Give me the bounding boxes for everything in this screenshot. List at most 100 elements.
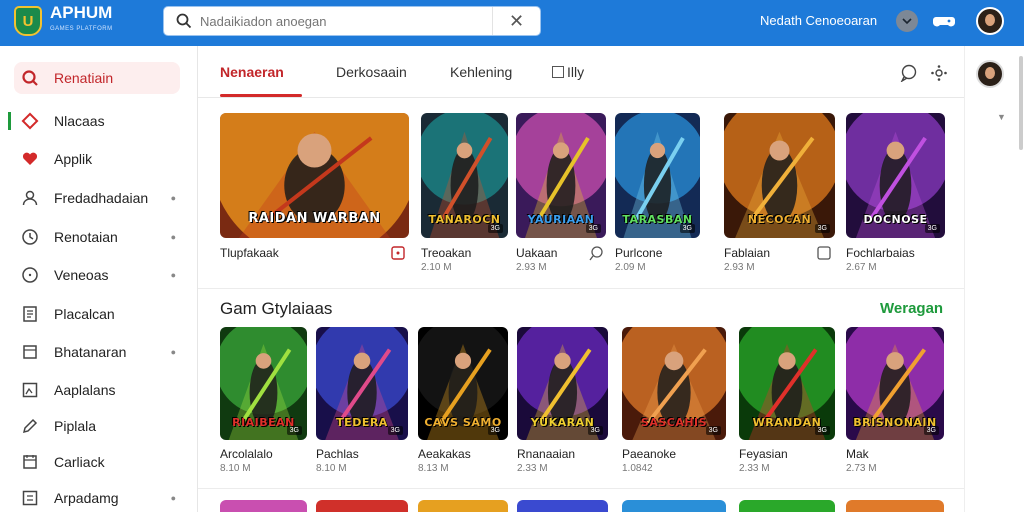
app-tagline: GAMES PLATFORM (50, 26, 113, 32)
sidebar-item[interactable]: Renotaian ● (14, 221, 180, 253)
game-thumbnail[interactable]: SASCAHIS 3G (622, 327, 726, 440)
game-thumbnail[interactable] (622, 500, 726, 512)
chevron-icon[interactable]: ● (171, 270, 176, 280)
game-thumbnail[interactable] (846, 500, 944, 512)
sidebar-item[interactable]: Aaplalans (14, 374, 180, 406)
gamepad-icon[interactable] (933, 10, 955, 32)
game-thumbnail[interactable]: DOCNOSE 3G (846, 113, 945, 238)
chevron-icon[interactable]: ● (171, 493, 176, 503)
sidebar-item-label: Applik (54, 151, 93, 167)
close-icon[interactable]: ✕ (492, 7, 540, 35)
share-icon[interactable] (588, 245, 604, 261)
game-thumbnail[interactable]: TANAROCN 3G (421, 113, 508, 238)
sidebar-item[interactable]: Bhatanaran ● (14, 336, 180, 368)
tab-library[interactable]: Illy (552, 64, 584, 80)
game-title[interactable]: Arcolalalo (220, 447, 273, 461)
sidebar-item[interactable]: Placalcan (14, 298, 180, 330)
section-title: Gam Gtylaiaas (220, 299, 333, 318)
game-title[interactable]: Aeakakas (418, 447, 471, 461)
sidebar-item-label: Fredadhadaian (54, 190, 149, 206)
game-card[interactable]: BRISNONAIN 3G Mak 2.73 M (846, 327, 944, 477)
save-icon[interactable] (816, 245, 832, 261)
game-title[interactable]: Feyasian (739, 447, 788, 461)
game-title[interactable]: Uakaan (516, 246, 557, 260)
game-tag: 3G (814, 224, 830, 233)
search-input[interactable] (200, 13, 480, 29)
game-thumbnail[interactable] (220, 500, 307, 512)
sidebar-item-label: Piplala (54, 418, 97, 434)
game-title[interactable]: Fablaian (724, 246, 770, 260)
user-name[interactable]: Nedath Cenoeoaran (760, 13, 877, 28)
game-thumbnail[interactable]: YAURIAAN 3G (516, 113, 606, 238)
game-card[interactable]: TANAROCN 3G Treoakan 2.10 M (421, 113, 508, 276)
list-icon (20, 488, 40, 508)
game-tag: 3G (705, 426, 721, 435)
avatar[interactable] (976, 7, 1004, 35)
profile-avatar[interactable] (976, 60, 1004, 88)
sidebar-item[interactable]: Piplala (14, 410, 180, 442)
sidebar-item[interactable]: Applik (14, 143, 180, 175)
chat-bubble-icon[interactable] (900, 64, 918, 82)
game-title[interactable]: Treoakan (421, 246, 471, 260)
game-card[interactable]: RAIDAN WARBAN Tlupfakaak (220, 113, 409, 276)
game-title[interactable]: Purlcone (615, 246, 662, 260)
tab-ranking[interactable]: Kehlening (450, 64, 512, 80)
game-title[interactable]: Fochlarbaias (846, 246, 915, 260)
tab-bar: Nenaeran Derkosaain Kehlening Illy (198, 46, 964, 98)
game-title[interactable]: Paeanoke (622, 447, 676, 461)
game-card[interactable]: WRANDAN 3G Feyasian 2.33 M (739, 327, 835, 477)
game-title[interactable]: Pachlas (316, 447, 359, 461)
game-card[interactable]: YAURIAAN 3G Uakaan 2.93 M (516, 113, 606, 276)
game-card[interactable]: NECOCAN 3G Fablaian 2.93 M (724, 113, 835, 276)
game-thumbnail[interactable]: TARASBAN 3G (615, 113, 700, 238)
sidebar-item[interactable]: Fredadhadaian ● (14, 182, 180, 214)
game-thumbnail[interactable]: TEDERA 3G (316, 327, 408, 440)
game-thumbnail[interactable] (739, 500, 835, 512)
sidebar-item-label: Bhatanaran (54, 344, 127, 360)
game-title[interactable]: Tlupfakaak (220, 246, 279, 260)
section-see-all-link[interactable]: Weragan (880, 300, 943, 317)
game-thumbnail[interactable] (517, 500, 608, 512)
game-card[interactable]: TARASBAN 3G Purlcone 2.09 M (615, 113, 700, 276)
chevron-icon[interactable]: ● (171, 193, 176, 203)
game-thumbnail[interactable]: WRANDAN 3G (739, 327, 835, 440)
chevron-icon[interactable]: ● (171, 347, 176, 357)
sidebar-item[interactable]: Nlacaas (14, 105, 180, 137)
sidebar: Renatiain Nlacaas Applik Fredadhadaian ● Reno… (0, 46, 198, 512)
tab-home[interactable]: Nenaeran (220, 64, 284, 80)
game-size: 2.10 M (421, 262, 452, 273)
game-card[interactable]: RIAIBEAN 3G Arcolalalo 8.10 M (220, 327, 307, 477)
tab-browse[interactable]: Derkosaain (336, 64, 407, 80)
sidebar-item[interactable]: Renatiain (14, 62, 180, 94)
game-thumbnail[interactable] (418, 500, 508, 512)
game-title[interactable]: Rnanaaian (517, 447, 575, 461)
game-thumbnail[interactable]: CAVS SAMO 3G (418, 327, 508, 440)
settings-icon[interactable] (896, 10, 918, 32)
scrollbar[interactable] (1019, 56, 1023, 150)
sidebar-item[interactable]: Arpadamg ● (14, 482, 180, 514)
gear-icon[interactable] (930, 64, 948, 82)
game-card[interactable]: SASCAHIS 3G Paeanoke 1.0842 (622, 327, 726, 477)
game-thumbnail[interactable]: BRISNONAIN 3G (846, 327, 944, 440)
app-logo[interactable]: U APHUM GAMES PLATFORM (14, 4, 113, 37)
game-thumbnail[interactable]: RIAIBEAN 3G (220, 327, 307, 440)
game-thumbnail[interactable]: YUKARAN 3G (517, 327, 608, 440)
game-card[interactable]: YUKARAN 3G Rnanaaian 2.33 M (517, 327, 608, 477)
game-card[interactable]: TEDERA 3G Pachlas 8.10 M (316, 327, 408, 477)
game-size: 1.0842 (622, 463, 653, 474)
game-thumbnail[interactable]: NECOCAN 3G (724, 113, 835, 238)
bookmark-icon[interactable] (390, 245, 406, 261)
game-thumbnail[interactable] (316, 500, 408, 512)
game-title[interactable]: Mak (846, 447, 869, 461)
game-card[interactable]: DOCNOSE 3G Fochlarbaias 2.67 M (846, 113, 945, 276)
calendar-icon (20, 452, 40, 472)
game-thumbnail[interactable]: RAIDAN WARBAN (220, 113, 409, 238)
sidebar-item[interactable]: Carliack (14, 446, 180, 478)
arrow-icon[interactable]: ▼ (997, 112, 1006, 122)
game-tag: 3G (387, 426, 403, 435)
game-card[interactable]: CAVS SAMO 3G Aeakakas 8.13 M (418, 327, 508, 477)
sidebar-item-label: Nlacaas (54, 113, 105, 129)
sidebar-item[interactable]: Veneoas ● (14, 259, 180, 291)
chevron-icon[interactable]: ● (171, 232, 176, 242)
tab-library-label: Illy (567, 64, 585, 80)
